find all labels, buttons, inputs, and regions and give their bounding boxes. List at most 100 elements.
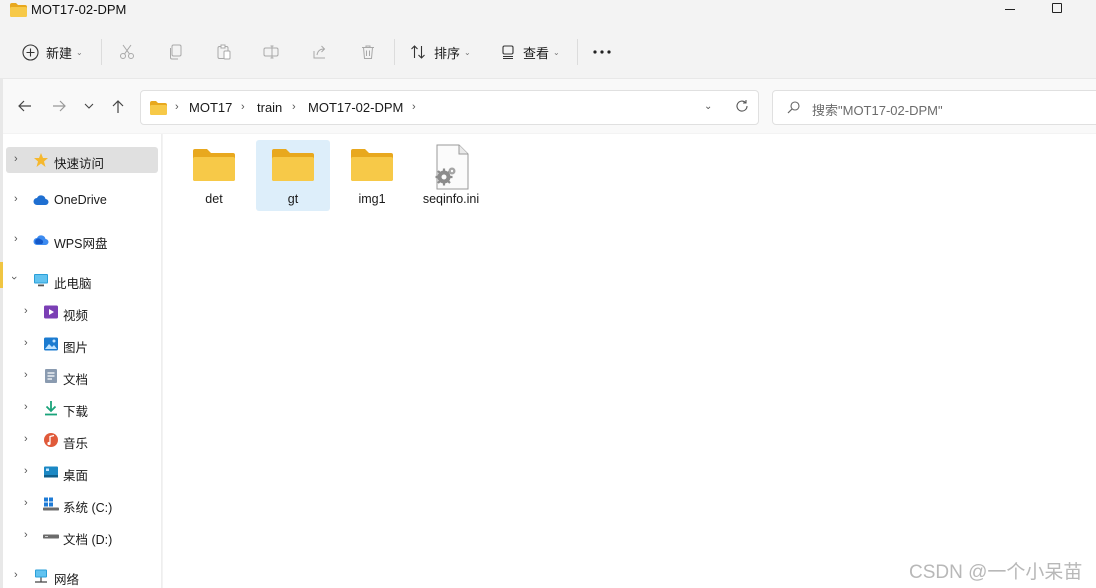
sidebar-item-desktop[interactable]: › 桌面 xyxy=(6,459,158,485)
folder-icon xyxy=(351,149,393,181)
pictures-icon xyxy=(44,337,58,351)
chevron-right-icon[interactable]: › xyxy=(24,497,28,509)
chevron-down-icon: ⌄ xyxy=(76,47,83,57)
more-options-button[interactable] xyxy=(593,37,611,67)
chevron-right-icon[interactable]: › xyxy=(24,337,28,349)
file-name: det xyxy=(205,192,223,206)
sidebar-item-label: 此电脑 xyxy=(54,277,92,291)
share-icon xyxy=(313,45,326,59)
sidebar-item-network[interactable]: › 网络 xyxy=(6,563,158,588)
file-item-seqinfo[interactable]: seqinfo.ini xyxy=(414,140,488,211)
chevron-right-icon[interactable]: › xyxy=(14,193,18,205)
paste-icon xyxy=(217,44,231,60)
trash-icon xyxy=(362,45,374,59)
chevron-right-icon[interactable]: › xyxy=(24,401,28,413)
chevron-right-icon[interactable]: › xyxy=(24,529,28,541)
sidebar-item-quick-access[interactable]: › 快速访问 xyxy=(6,147,158,173)
sidebar-item-label: OneDrive xyxy=(54,193,107,207)
file-name: img1 xyxy=(358,192,386,206)
folder-icon xyxy=(150,101,167,115)
sidebar-item-pictures[interactable]: › 图片 xyxy=(6,331,158,357)
sort-label: 排序 xyxy=(434,45,461,61)
forward-button[interactable] xyxy=(50,97,68,115)
chevron-right-icon[interactable]: › xyxy=(14,569,18,581)
desktop-icon xyxy=(44,466,58,478)
paste-button[interactable] xyxy=(216,37,232,67)
settings-file-icon xyxy=(435,144,469,190)
chevron-right-icon[interactable]: › xyxy=(24,465,28,477)
divider xyxy=(577,39,578,65)
new-button[interactable]: 新建 ⌄ xyxy=(22,37,83,67)
back-button[interactable] xyxy=(15,97,33,115)
documents-icon xyxy=(45,369,57,383)
breadcrumb-current[interactable]: MOT17-02-DPM xyxy=(308,100,403,115)
arrow-up-icon xyxy=(112,99,124,113)
breadcrumb-train[interactable]: train xyxy=(257,100,282,115)
file-list: det gt img1 seqinfo.ini xyxy=(163,134,1096,588)
navigation-pane: › 快速访问 › OneDrive › WPS网盘 › 此电脑 › 视频 › 图… xyxy=(3,134,162,588)
divider xyxy=(101,39,102,65)
sidebar-item-drive-c[interactable]: › 系统 (C:) xyxy=(6,491,158,517)
view-icon xyxy=(502,45,514,60)
sidebar-item-label: 网络 xyxy=(54,573,80,587)
folder-icon xyxy=(10,3,27,17)
rename-button[interactable] xyxy=(263,37,279,67)
sidebar-item-wps-cloud[interactable]: › WPS网盘 xyxy=(6,227,158,253)
maximize-button[interactable] xyxy=(1052,3,1062,13)
chevron-right-icon[interactable]: › xyxy=(14,153,18,165)
delete-button[interactable] xyxy=(360,37,376,67)
cut-button[interactable] xyxy=(119,37,135,67)
sort-icon xyxy=(411,45,425,59)
sidebar-item-drive-d[interactable]: › 文档 (D:) xyxy=(6,523,158,549)
search-placeholder: 搜索"MOT17-02-DPM" xyxy=(812,103,943,118)
chevron-right-icon: › xyxy=(292,101,296,113)
view-label: 查看 xyxy=(523,45,550,61)
copy-button[interactable] xyxy=(168,37,184,67)
star-icon xyxy=(34,153,48,167)
sort-button[interactable]: 排序 ⌄ xyxy=(410,37,471,67)
recent-locations-button[interactable] xyxy=(80,97,98,115)
sidebar-item-downloads[interactable]: › 下载 xyxy=(6,395,158,421)
sidebar-item-onedrive[interactable]: › OneDrive xyxy=(6,187,158,213)
sidebar-item-label: 文档 (D:) xyxy=(63,533,113,547)
title-bar: MOT17-02-DPM xyxy=(0,0,1096,22)
address-bar[interactable]: › MOT17 › train › MOT17-02-DPM › ⌄ xyxy=(140,90,759,125)
refresh-icon[interactable] xyxy=(735,99,749,113)
minimize-button[interactable] xyxy=(1005,9,1015,10)
file-item-gt[interactable]: gt xyxy=(256,140,330,211)
sidebar-item-documents[interactable]: › 文档 xyxy=(6,363,158,389)
chevron-down-icon: ⌄ xyxy=(553,47,560,57)
chevron-right-icon[interactable]: › xyxy=(14,233,18,245)
sidebar-item-videos[interactable]: › 视频 xyxy=(6,299,158,325)
chevron-right-icon[interactable]: › xyxy=(24,369,28,381)
drive-c-icon xyxy=(43,497,59,511)
watermark: CSDN @一个小呆苗 xyxy=(909,562,1083,583)
chevron-down-icon xyxy=(84,103,94,109)
sidebar-item-this-pc[interactable]: › 此电脑 xyxy=(6,267,158,293)
search-input[interactable]: 搜索"MOT17-02-DPM" xyxy=(772,90,1096,125)
chevron-right-icon: › xyxy=(175,101,179,113)
wps-cloud-icon xyxy=(33,235,49,245)
view-button[interactable]: 查看 ⌄ xyxy=(500,37,560,67)
breadcrumb-mot17[interactable]: MOT17 xyxy=(189,100,232,115)
sidebar-item-label: 文档 xyxy=(63,373,89,387)
chevron-right-icon[interactable]: › xyxy=(24,433,28,445)
address-row: › MOT17 › train › MOT17-02-DPM › ⌄ 搜索"MO… xyxy=(3,78,1096,133)
sidebar-item-music[interactable]: › 音乐 xyxy=(6,427,158,453)
file-item-det[interactable]: det xyxy=(177,140,251,211)
share-button[interactable] xyxy=(312,37,328,67)
new-label: 新建 xyxy=(46,45,73,61)
chevron-down-icon[interactable]: › xyxy=(8,276,20,280)
sidebar-item-label: 图片 xyxy=(63,341,89,355)
file-item-img1[interactable]: img1 xyxy=(335,140,409,211)
file-name: gt xyxy=(287,192,299,206)
folder-icon xyxy=(193,149,235,181)
folder-icon xyxy=(272,149,314,181)
sidebar-item-label: WPS网盘 xyxy=(54,237,108,251)
video-icon xyxy=(44,305,58,319)
chevron-right-icon[interactable]: › xyxy=(24,305,28,317)
plus-circle-icon xyxy=(22,43,39,61)
chevron-down-icon: ⌄ xyxy=(464,47,471,57)
address-dropdown-button[interactable]: ⌄ xyxy=(704,101,712,112)
up-button[interactable] xyxy=(109,97,127,115)
